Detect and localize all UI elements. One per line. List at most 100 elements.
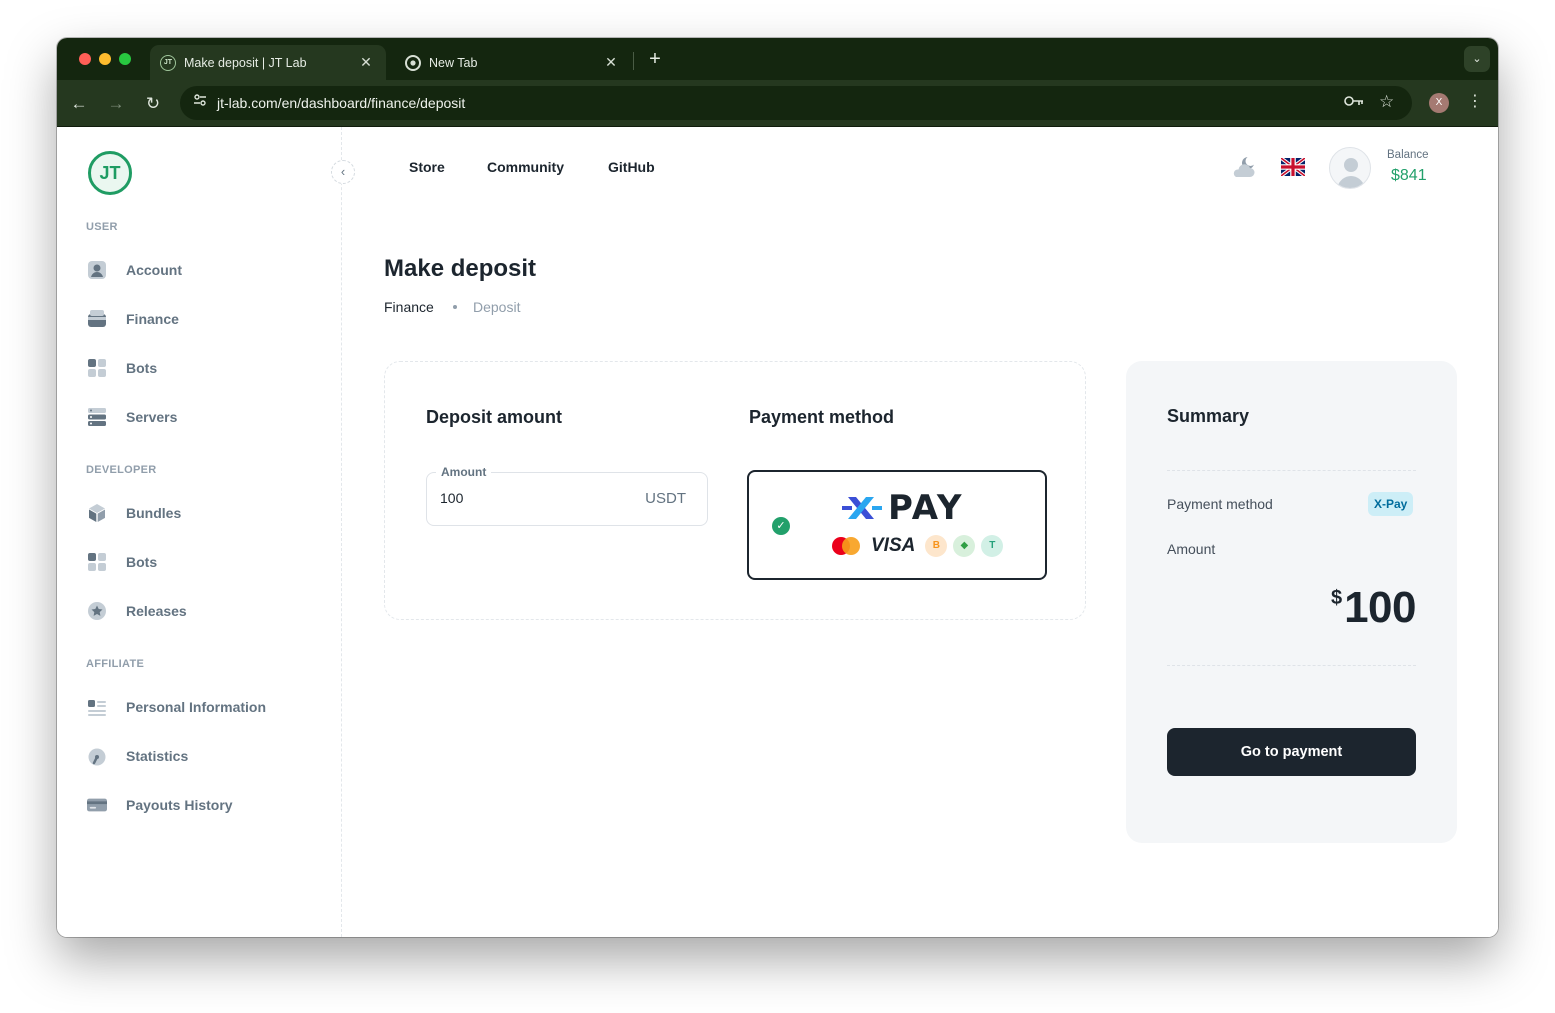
tab-title: New Tab <box>429 55 478 70</box>
collapse-sidebar-button[interactable]: ‹ <box>331 160 355 184</box>
nav-community[interactable]: Community <box>487 159 564 175</box>
user-avatar[interactable] <box>1329 147 1371 189</box>
maximize-window-button[interactable] <box>119 53 131 65</box>
balance-label: Balance <box>1387 149 1429 161</box>
summary-amount: $ 100 <box>1330 583 1417 633</box>
page-title: Make deposit <box>384 255 537 282</box>
summary-divider <box>1167 665 1416 666</box>
tether-icon: T <box>981 535 1004 557</box>
profile-avatar[interactable]: X <box>1429 93 1449 113</box>
tab-new-tab[interactable]: New Tab ✕ <box>395 45 631 80</box>
minimize-window-button[interactable] <box>99 53 111 65</box>
xpay-name: PAY <box>888 488 964 528</box>
theme-toggle-icon[interactable] <box>1231 156 1257 185</box>
sidebar-item-label: Statistics <box>126 748 189 764</box>
ethereum-icon: ◆ <box>953 535 976 557</box>
mastercard-icon <box>832 537 860 555</box>
sidebar-item-dev-bots[interactable]: Bots <box>86 542 326 582</box>
sidebar-section-affiliate: AFFILIATE <box>86 658 145 670</box>
sidebar-item-account[interactable]: Account <box>86 250 326 290</box>
window-controls <box>79 53 131 65</box>
breadcrumb-separator <box>453 305 457 309</box>
amount-currency: $ <box>1330 587 1343 609</box>
star-badge-icon <box>86 600 108 622</box>
sidebar-item-label: Account <box>126 262 182 278</box>
close-window-button[interactable] <box>79 53 91 65</box>
go-to-payment-button[interactable]: Go to payment <box>1167 728 1416 776</box>
amount-field[interactable]: Amount 100 USDT <box>426 465 708 526</box>
grid-icon <box>86 551 108 573</box>
summary-heading: Summary <box>1167 406 1250 426</box>
sidebar-item-releases[interactable]: Releases <box>86 591 326 631</box>
browser-window: JT Make deposit | JT Lab ✕ New Tab ✕ + ⌄… <box>57 38 1498 937</box>
payment-method-heading: Payment method <box>749 407 895 427</box>
sidebar-item-label: Bundles <box>126 505 182 521</box>
tab-divider <box>633 52 634 70</box>
bitcoin-icon: B <box>925 535 948 557</box>
deposit-amount-heading: Deposit amount <box>426 407 563 427</box>
uk-flag-icon[interactable] <box>1279 156 1307 181</box>
summary-card: Summary Payment method X-Pay Amount $ 10… <box>1126 361 1457 843</box>
sidebar-item-label: Payouts History <box>126 797 233 813</box>
amount-unit: USDT <box>645 490 686 507</box>
visa-logo: VISA <box>871 535 916 556</box>
bookmark-star-icon[interactable]: ☆ <box>1379 92 1394 112</box>
tab-search-button[interactable]: ⌄ <box>1464 46 1490 72</box>
cube-icon <box>86 502 108 524</box>
browser-menu-icon[interactable]: ⋮ <box>1467 91 1483 111</box>
new-tab-button[interactable]: + <box>641 47 669 73</box>
balance-value: $841 <box>1391 167 1427 184</box>
amount-field-label: Amount <box>436 465 492 479</box>
gauge-icon <box>86 745 108 767</box>
url-text: jt-lab.com/en/dashboard/finance/deposit <box>217 95 466 111</box>
sidebar-item-label: Servers <box>126 409 178 425</box>
wallet-icon <box>86 308 108 330</box>
sidebar-item-bundles[interactable]: Bundles <box>86 493 326 533</box>
sidebar: JT USER Account Finance Bots Servers DEV… <box>57 127 342 937</box>
address-bar[interactable]: jt-lab.com/en/dashboard/finance/deposit … <box>180 86 1412 120</box>
browser-tabbar: JT Make deposit | JT Lab ✕ New Tab ✕ + ⌄ <box>57 38 1498 80</box>
grid-icon <box>86 357 108 379</box>
xpay-logo: PAY <box>842 488 963 528</box>
jt-favicon-icon: JT <box>160 54 176 71</box>
breadcrumb-deposit: Deposit <box>473 299 521 315</box>
close-tab-icon[interactable]: ✕ <box>601 54 621 71</box>
id-list-icon <box>86 696 108 718</box>
sidebar-section-developer: DEVELOPER <box>86 464 157 476</box>
sidebar-item-label: Bots <box>126 360 158 376</box>
server-icon <box>86 406 108 428</box>
close-tab-icon[interactable]: ✕ <box>356 54 376 71</box>
breadcrumb-finance[interactable]: Finance <box>384 299 434 315</box>
sidebar-item-payouts-history[interactable]: Payouts History <box>86 785 326 825</box>
sidebar-item-bots[interactable]: Bots <box>86 348 326 388</box>
forward-button[interactable]: → <box>104 92 128 116</box>
reload-button[interactable]: ↻ <box>141 92 165 116</box>
payment-brands: VISA B ◆ T <box>831 535 1004 557</box>
nav-store[interactable]: Store <box>409 159 445 175</box>
back-button[interactable]: ← <box>67 92 91 116</box>
xpay-x-icon <box>842 497 882 519</box>
amount-input[interactable]: 100 <box>440 490 463 506</box>
sidebar-item-label: Bots <box>126 554 158 570</box>
sidebar-item-finance[interactable]: Finance <box>86 299 326 339</box>
sidebar-section-user: USER <box>86 221 118 233</box>
tab-make-deposit[interactable]: JT Make deposit | JT Lab ✕ <box>150 45 386 80</box>
payment-option-xpay[interactable]: ✓ PAY VISA B ◆ T <box>747 470 1047 580</box>
sidebar-item-servers[interactable]: Servers <box>86 397 326 437</box>
site-settings-icon[interactable] <box>190 93 210 113</box>
summary-method-label: Payment method <box>1167 496 1273 512</box>
nav-github[interactable]: GitHub <box>608 159 655 175</box>
method-badge: X-Pay <box>1368 492 1414 516</box>
sidebar-item-label: Releases <box>126 603 187 619</box>
password-key-icon[interactable] <box>1344 94 1364 111</box>
sidebar-item-statistics[interactable]: Statistics <box>86 736 326 776</box>
deposit-card: Deposit amount Payment method Amount 100… <box>384 361 1086 620</box>
jt-logo[interactable]: JT <box>88 151 132 195</box>
user-icon <box>86 259 108 281</box>
sidebar-item-personal-information[interactable]: Personal Information <box>86 687 326 727</box>
summary-amount-label: Amount <box>1167 541 1216 557</box>
page: JT USER Account Finance Bots Servers DEV… <box>57 127 1498 937</box>
credit-card-icon <box>86 794 108 816</box>
sidebar-item-label: Personal Information <box>126 699 267 715</box>
summary-divider <box>1167 470 1416 471</box>
